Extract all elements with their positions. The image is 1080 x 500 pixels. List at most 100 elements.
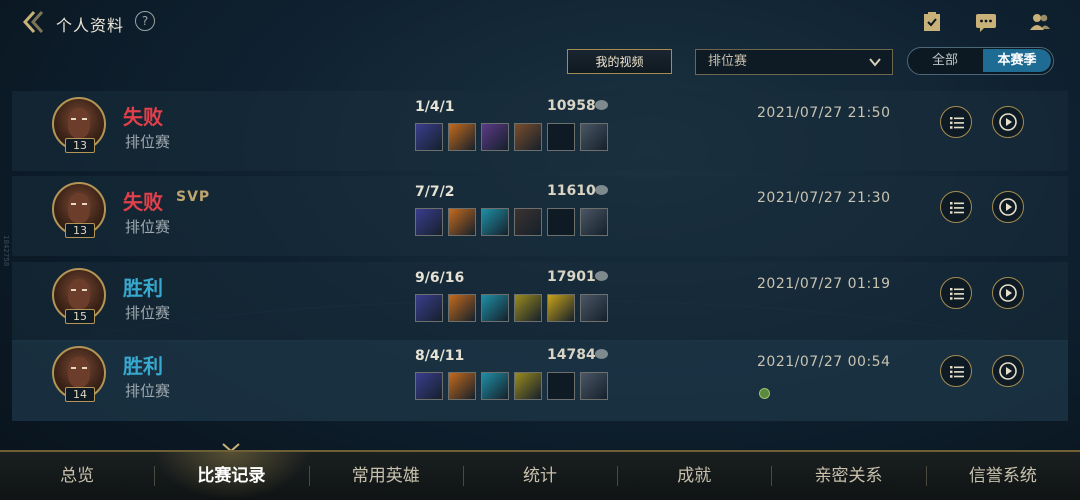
item-icon[interactable] bbox=[580, 294, 608, 322]
match-time: 2021/07/27 21:30 bbox=[757, 190, 891, 206]
tab-divider bbox=[925, 466, 927, 486]
item-icon[interactable] bbox=[415, 123, 443, 151]
item-icon[interactable] bbox=[448, 208, 476, 236]
kda-value: 1/4/1 bbox=[415, 99, 455, 115]
empty-item-slot[interactable] bbox=[547, 372, 575, 400]
tab-6[interactable]: 信誉系统 bbox=[926, 452, 1080, 500]
list-icon bbox=[950, 202, 964, 214]
economy-score: 17901 bbox=[547, 269, 596, 285]
item-icon[interactable] bbox=[580, 208, 608, 236]
item-icon[interactable] bbox=[415, 294, 443, 322]
match-row[interactable]: 13 失败 SVP 排位赛 7/7/2 11610 2021/07/27 21:30 bbox=[12, 176, 1068, 256]
item-icon[interactable] bbox=[415, 208, 443, 236]
hero-level-badge: 13 bbox=[65, 223, 95, 238]
kda-value: 7/7/2 bbox=[415, 184, 455, 200]
checklist-icon[interactable] bbox=[920, 10, 944, 34]
tab-divider bbox=[154, 466, 156, 486]
kda-value: 8/4/11 bbox=[415, 348, 465, 364]
item-icon[interactable] bbox=[580, 123, 608, 151]
match-result: 胜利 bbox=[123, 276, 163, 300]
match-mode-label: 排位赛 bbox=[125, 133, 171, 151]
item-icon[interactable] bbox=[448, 123, 476, 151]
match-result: 胜利 bbox=[123, 354, 163, 378]
item-icon[interactable] bbox=[481, 123, 509, 151]
economy-score: 14784 bbox=[547, 347, 596, 363]
item-icon[interactable] bbox=[481, 372, 509, 400]
match-result: 失败 bbox=[123, 190, 163, 214]
item-icon[interactable] bbox=[514, 294, 542, 322]
match-time: 2021/07/27 01:19 bbox=[757, 276, 891, 292]
match-time: 2021/07/27 00:54 bbox=[757, 354, 891, 370]
match-replay-button[interactable] bbox=[992, 277, 1024, 309]
match-mode-label: 排位赛 bbox=[125, 304, 171, 322]
page-title: 个人资料 bbox=[56, 16, 125, 35]
empty-item-slot[interactable] bbox=[547, 208, 575, 236]
item-icon[interactable] bbox=[448, 294, 476, 322]
season-segmented-control: 全部 本赛季 bbox=[907, 47, 1054, 75]
tab-1[interactable]: 比赛记录 bbox=[154, 452, 309, 500]
match-detail-button[interactable] bbox=[940, 191, 972, 223]
back-chevron-icon[interactable] bbox=[20, 9, 48, 35]
kda-value: 9/6/16 bbox=[415, 270, 465, 286]
coin-icon bbox=[595, 271, 608, 281]
empty-item-slot[interactable] bbox=[547, 123, 575, 151]
coin-icon bbox=[595, 185, 608, 195]
item-icon[interactable] bbox=[415, 372, 443, 400]
match-row[interactable]: 15 胜利排位赛 9/6/16 17901 2021/07/27 01:19 bbox=[12, 262, 1068, 342]
match-time: 2021/07/27 21:50 bbox=[757, 105, 891, 121]
header-bar: 个人资料 ? bbox=[0, 0, 1080, 44]
tab-0[interactable]: 总览 bbox=[0, 452, 154, 500]
item-icon[interactable] bbox=[514, 372, 542, 400]
list-icon bbox=[950, 366, 964, 378]
tab-divider bbox=[462, 466, 464, 486]
match-replay-button[interactable] bbox=[992, 355, 1024, 387]
match-row[interactable]: 13 失败排位赛 1/4/1 10958 2021/07/27 21:50 bbox=[12, 91, 1068, 171]
tab-divider bbox=[771, 466, 773, 486]
segment-all[interactable]: 全部 bbox=[908, 48, 982, 73]
bottom-tab-bar: 总览 比赛记录 常用英雄 统计 成就 亲密关系 信誉系统 bbox=[0, 450, 1080, 500]
match-replay-button[interactable] bbox=[992, 106, 1024, 138]
replay-play-icon bbox=[999, 113, 1017, 131]
coin-icon bbox=[595, 100, 608, 110]
tab-divider bbox=[617, 466, 619, 486]
item-icon[interactable] bbox=[580, 372, 608, 400]
match-mode-label: 排位赛 bbox=[125, 218, 171, 236]
match-detail-button[interactable] bbox=[940, 277, 972, 309]
match-row[interactable]: 14 胜利排位赛 8/4/11 14784 2021/07/27 00:54 bbox=[12, 340, 1068, 421]
hero-level-badge: 15 bbox=[65, 309, 95, 324]
economy-score: 11610 bbox=[547, 183, 596, 199]
item-icon[interactable] bbox=[481, 294, 509, 322]
match-detail-button[interactable] bbox=[940, 106, 972, 138]
match-detail-button[interactable] bbox=[940, 355, 972, 387]
hero-level-badge: 14 bbox=[65, 387, 95, 402]
svp-badge: SVP bbox=[176, 189, 211, 205]
tab-divider bbox=[308, 466, 310, 486]
item-icon[interactable] bbox=[481, 208, 509, 236]
my-videos-button[interactable]: 我的视频 bbox=[567, 49, 672, 74]
replay-play-icon bbox=[999, 198, 1017, 216]
match-mode-label: 排位赛 bbox=[125, 382, 171, 400]
match-result: 失败 bbox=[123, 105, 163, 129]
tab-5[interactable]: 亲密关系 bbox=[771, 452, 925, 500]
friends-icon[interactable] bbox=[1028, 10, 1052, 34]
item-icon[interactable] bbox=[448, 372, 476, 400]
match-mode-select-value: 排位赛 bbox=[708, 54, 748, 69]
match-replay-button[interactable] bbox=[992, 191, 1024, 223]
item-icon[interactable] bbox=[514, 208, 542, 236]
chevron-down-icon bbox=[869, 58, 881, 67]
segment-current-season[interactable]: 本赛季 bbox=[983, 49, 1051, 72]
coin-icon bbox=[595, 349, 608, 359]
list-icon bbox=[950, 288, 964, 300]
item-icon[interactable] bbox=[514, 123, 542, 151]
tab-2[interactable]: 常用英雄 bbox=[309, 452, 463, 500]
hero-level-badge: 13 bbox=[65, 138, 95, 153]
chat-icon[interactable] bbox=[974, 10, 998, 34]
side-id-text: 1842758 bbox=[2, 235, 10, 267]
economy-score: 10958 bbox=[547, 98, 596, 114]
tab-3[interactable]: 统计 bbox=[463, 452, 617, 500]
tab-4[interactable]: 成就 bbox=[617, 452, 771, 500]
match-mode-select[interactable]: 排位赛 bbox=[695, 49, 893, 75]
help-icon[interactable]: ? bbox=[135, 11, 155, 31]
item-icon[interactable] bbox=[547, 294, 575, 322]
list-icon bbox=[950, 117, 964, 129]
